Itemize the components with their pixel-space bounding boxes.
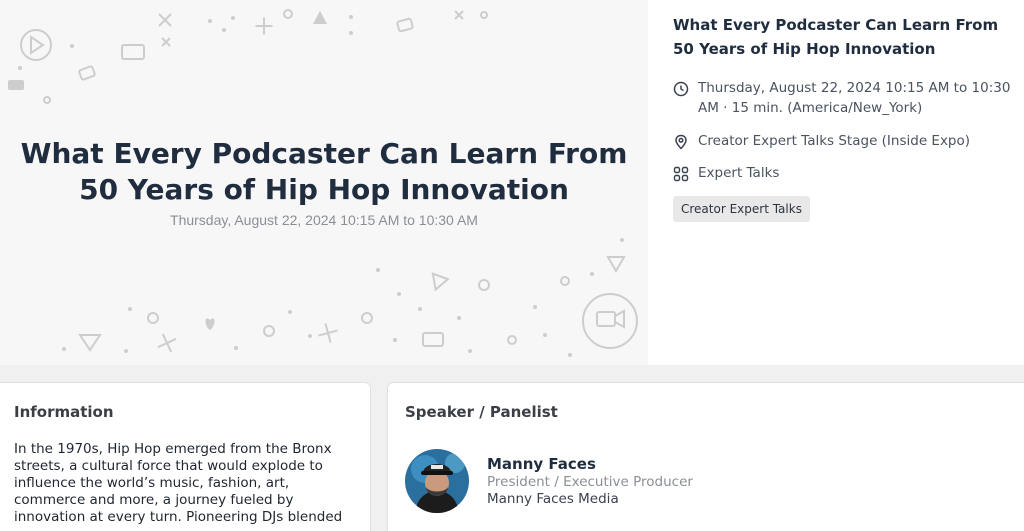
session-datetime-row: Thursday, August 22, 2024 10:15 AM to 10… <box>673 78 1018 118</box>
session-datetime: Thursday, August 22, 2024 10:15 AM to 10… <box>698 80 1011 116</box>
speaker-avatar[interactable] <box>405 449 469 513</box>
information-card: Information In the 1970s, Hip Hop emerge… <box>0 382 371 531</box>
session-track[interactable]: Expert Talks <box>698 163 779 183</box>
session-track-row[interactable]: Expert Talks <box>673 163 1018 183</box>
speaker-photo <box>405 449 469 513</box>
speaker-card: Speaker / Panelist Manny Faces President… <box>387 382 1024 531</box>
session-title: What Every Podcaster Can Learn From 50 Y… <box>673 16 999 58</box>
session-location-row: Creator Expert Talks Stage (Inside Expo) <box>673 131 1018 151</box>
speaker-heading: Speaker / Panelist <box>405 403 558 421</box>
banner-title: What Every Podcaster Can Learn From 50 Y… <box>20 137 628 206</box>
session-location: Creator Expert Talks Stage (Inside Expo) <box>698 133 971 149</box>
information-heading: Information <box>14 403 114 421</box>
session-details-panel: What Every Podcaster Can Learn From 50 Y… <box>648 0 1024 365</box>
session-tag[interactable]: Creator Expert Talks <box>673 196 810 222</box>
clock-icon <box>673 81 689 97</box>
session-banner: What Every Podcaster Can Learn From 50 Y… <box>0 0 648 365</box>
grid-icon <box>673 166 689 182</box>
speaker-name[interactable]: Manny Faces <box>487 455 596 473</box>
speaker-organization: Manny Faces Media <box>487 491 619 507</box>
banner-date: Thursday, August 22, 2024 10:15 AM to 10… <box>170 212 478 228</box>
map-pin-icon <box>675 134 687 150</box>
speaker-role: President / Executive Producer <box>487 474 693 490</box>
information-text: In the 1970s, Hip Hop emerged from the B… <box>14 441 343 525</box>
